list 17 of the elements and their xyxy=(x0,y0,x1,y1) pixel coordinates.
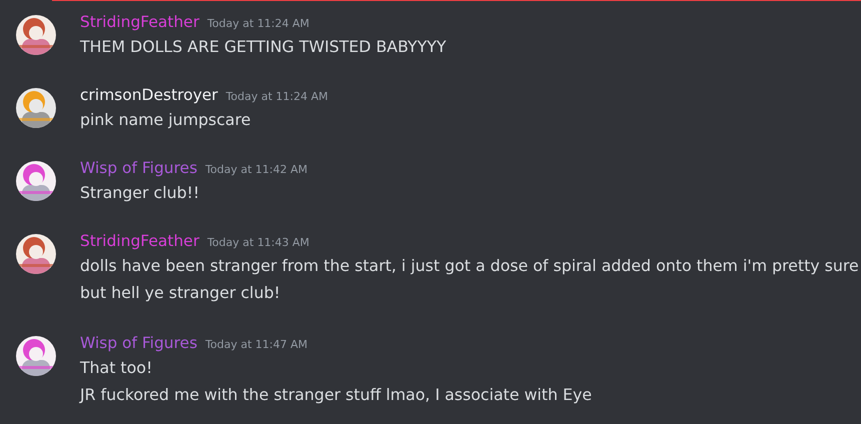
message-text: Stranger club!! xyxy=(80,182,200,204)
message-text: dolls have been stranger from the start, i just got a dose of spiral added onto them i'm pretty sure xyxy=(80,255,859,277)
timestamp: Today at 11:42 AM xyxy=(205,163,308,176)
message-text: THEM DOLLS ARE GETTING TWISTED BABYYYY xyxy=(80,36,446,58)
message-text: JR fuckored me with the stranger stuff lmao, I associate with Eye xyxy=(80,384,592,406)
message-text: but hell ye stranger club! xyxy=(80,282,282,304)
message-text: That too! xyxy=(80,357,154,379)
timestamp: Today at 11:47 AM xyxy=(205,338,308,351)
username[interactable]: Wisp of Figures xyxy=(80,159,198,177)
timestamp: Today at 11:24 AM xyxy=(226,90,328,103)
username[interactable]: StridingFeather xyxy=(80,232,200,250)
timestamp: Today at 11:43 AM xyxy=(207,236,310,249)
username[interactable]: StridingFeather xyxy=(80,13,200,31)
timestamp: Today at 11:24 AM xyxy=(207,17,310,30)
username[interactable]: crimsonDestroyer xyxy=(80,86,218,104)
message-text: pink name jumpscare xyxy=(80,109,252,131)
username[interactable]: Wisp of Figures xyxy=(80,334,198,352)
